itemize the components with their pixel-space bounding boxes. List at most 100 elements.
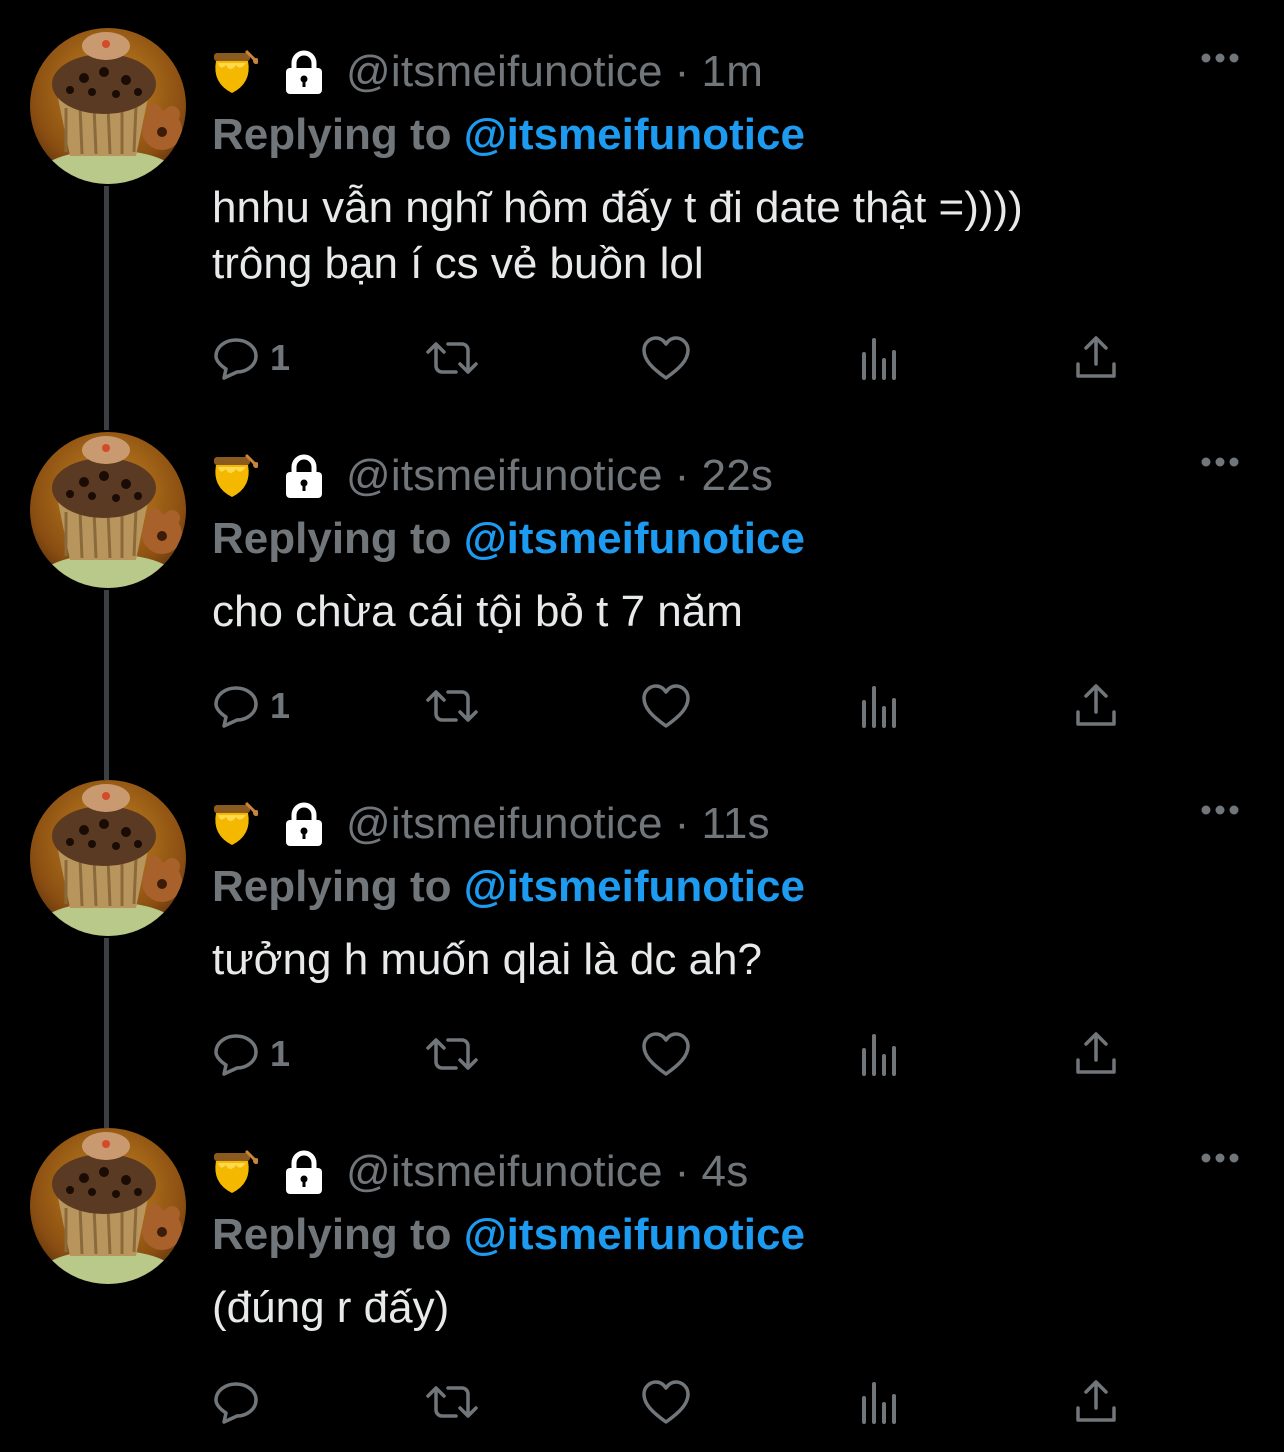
avatar-image <box>30 28 186 184</box>
share-button[interactable] <box>1072 1374 1120 1430</box>
reply-icon <box>214 1382 258 1424</box>
tweet-header: @itsmeifunotice · 4s <box>212 1142 748 1202</box>
replying-to: Replying to @itsmeifunotice <box>212 1210 805 1260</box>
separator-dot: · <box>674 799 690 848</box>
tweet-text: cho chừa cái tội bỏ t 7 năm <box>212 584 743 640</box>
replying-prefix: Replying to <box>212 110 464 159</box>
replying-mention-link[interactable]: @itsmeifunotice <box>464 110 805 159</box>
reply-button[interactable]: 1 <box>212 678 290 734</box>
views-button[interactable] <box>860 678 904 734</box>
views-button[interactable] <box>860 330 904 386</box>
retweet-button[interactable] <box>424 1374 480 1430</box>
reply-button[interactable]: 1 <box>212 1026 290 1082</box>
retweet-button[interactable] <box>424 1026 480 1082</box>
views-icon <box>862 1382 896 1424</box>
share-icon <box>1076 336 1116 378</box>
views-icon <box>862 338 896 380</box>
views-button[interactable] <box>860 1026 904 1082</box>
tweet-text: hnhu vẫn nghĩ hôm đấy t đi date thật =))… <box>212 180 1023 292</box>
action-bar: 1 <box>212 1026 1132 1082</box>
tweet[interactable]: @itsmeifunotice · 1m Replying to @itsmei… <box>0 28 1284 408</box>
replying-mention-link[interactable]: @itsmeifunotice <box>464 1210 805 1259</box>
honey-pot-emoji-icon <box>214 49 258 93</box>
replying-to: Replying to @itsmeifunotice <box>212 514 805 564</box>
more-icon[interactable] <box>1200 48 1240 68</box>
reply-button[interactable]: 1 <box>212 330 290 386</box>
like-button[interactable] <box>640 678 692 734</box>
retweet-icon <box>426 690 478 722</box>
avatar[interactable] <box>30 1128 186 1284</box>
tweet-text-line: (đúng r đấy) <box>212 1283 450 1332</box>
like-icon <box>642 1032 690 1076</box>
action-bar <box>212 1374 1132 1430</box>
lock-icon <box>286 1150 322 1194</box>
share-icon <box>1076 684 1116 726</box>
tweet-text-line: tưởng h muốn qlai là dc ah? <box>212 935 762 984</box>
tweet[interactable]: @itsmeifunotice · 11s Replying to @itsme… <box>0 780 1284 1110</box>
retweet-icon <box>426 1038 478 1070</box>
tweet[interactable]: @itsmeifunotice · 4s Replying to @itsmei… <box>0 1128 1284 1452</box>
separator-dot: · <box>674 451 690 500</box>
timestamp[interactable]: 11s <box>702 799 770 849</box>
tweet-header: @itsmeifunotice · 11s <box>212 794 770 854</box>
author-handle[interactable]: @itsmeifunotice <box>346 1147 663 1197</box>
like-icon <box>642 336 690 380</box>
retweet-button[interactable] <box>424 330 480 386</box>
share-button[interactable] <box>1072 330 1120 386</box>
avatar[interactable] <box>30 780 186 936</box>
reply-icon <box>214 338 258 380</box>
timestamp[interactable]: 22s <box>702 451 774 501</box>
lock-icon <box>286 802 322 846</box>
more-icon[interactable] <box>1200 800 1240 820</box>
share-button[interactable] <box>1072 1026 1120 1082</box>
replying-prefix: Replying to <box>212 862 464 911</box>
avatar-image <box>30 780 186 936</box>
like-button[interactable] <box>640 330 692 386</box>
separator-dot: · <box>674 47 690 96</box>
action-bar: 1 <box>212 330 1132 386</box>
views-button[interactable] <box>860 1374 904 1430</box>
tweet[interactable]: @itsmeifunotice · 22s Replying to @itsme… <box>0 432 1284 762</box>
reply-button[interactable] <box>212 1374 270 1430</box>
reply-icon <box>214 686 258 728</box>
reply-count: 1 <box>270 685 291 726</box>
author-handle[interactable]: @itsmeifunotice <box>346 451 663 501</box>
avatar-image <box>30 432 186 588</box>
like-icon <box>642 684 690 728</box>
tweet-text: tưởng h muốn qlai là dc ah? <box>212 932 762 988</box>
replying-to: Replying to @itsmeifunotice <box>212 110 805 160</box>
replying-prefix: Replying to <box>212 1210 464 1259</box>
retweet-button[interactable] <box>424 678 480 734</box>
share-icon <box>1076 1380 1116 1422</box>
author-handle[interactable]: @itsmeifunotice <box>346 799 663 849</box>
avatar[interactable] <box>30 28 186 184</box>
views-icon <box>862 686 896 728</box>
action-bar: 1 <box>212 678 1132 734</box>
retweet-icon <box>426 342 478 374</box>
avatar-image <box>30 1128 186 1284</box>
tweet-text-line: hnhu vẫn nghĩ hôm đấy t đi date thật =))… <box>212 183 1023 232</box>
views-icon <box>862 1034 896 1076</box>
timestamp[interactable]: 1m <box>702 47 764 97</box>
author-handle[interactable]: @itsmeifunotice <box>346 47 663 97</box>
reply-count: 1 <box>270 337 291 378</box>
more-icon[interactable] <box>1200 452 1240 472</box>
retweet-icon <box>426 1386 478 1418</box>
timestamp[interactable]: 4s <box>702 1147 749 1197</box>
avatar[interactable] <box>30 432 186 588</box>
more-icon[interactable] <box>1200 1148 1240 1168</box>
share-button[interactable] <box>1072 678 1120 734</box>
replying-mention-link[interactable]: @itsmeifunotice <box>464 862 805 911</box>
lock-icon <box>286 50 322 94</box>
reply-count: 1 <box>270 1033 291 1074</box>
like-icon <box>642 1380 690 1424</box>
tweet-header: @itsmeifunotice · 22s <box>212 446 773 506</box>
honey-pot-emoji-icon <box>214 1149 258 1193</box>
tweet-text-line: cho chừa cái tội bỏ t 7 năm <box>212 587 743 636</box>
separator-dot: · <box>674 1147 690 1196</box>
honey-pot-emoji-icon <box>214 801 258 845</box>
like-button[interactable] <box>640 1374 692 1430</box>
like-button[interactable] <box>640 1026 692 1082</box>
replying-mention-link[interactable]: @itsmeifunotice <box>464 514 805 563</box>
tweet-header: @itsmeifunotice · 1m <box>212 42 763 102</box>
